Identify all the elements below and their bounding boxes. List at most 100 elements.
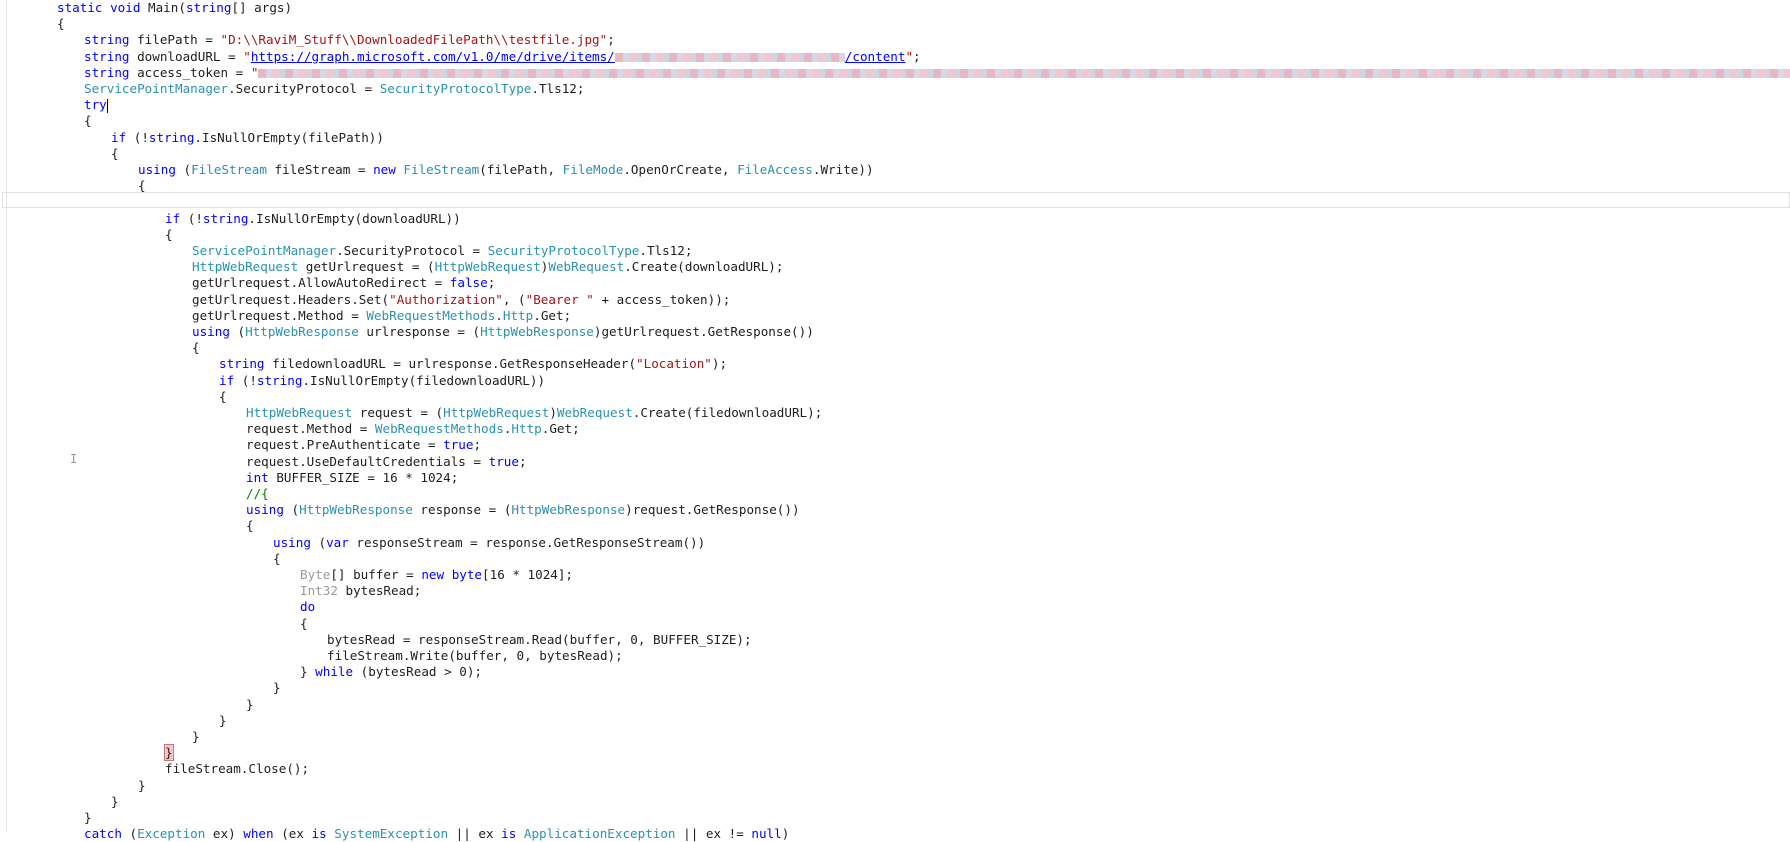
- code-line[interactable]: if (!string.IsNullOrEmpty(downloadURL)): [165, 211, 461, 227]
- code-token: response = (: [412, 502, 512, 518]
- code-line[interactable]: {: [192, 340, 200, 356]
- code-line[interactable]: do: [300, 599, 315, 615]
- code-link[interactable]: https://graph.microsoft.com/v1.0/me/driv…: [251, 49, 615, 64]
- code-token: using: [246, 502, 284, 518]
- code-link[interactable]: /content: [845, 49, 906, 64]
- code-line[interactable]: static void Main(string[] args): [57, 0, 292, 16]
- code-line[interactable]: string filedownloadURL = urlresponse.Get…: [219, 356, 727, 372]
- code-line[interactable]: getUrlrequest.Headers.Set("Authorization…: [192, 292, 730, 308]
- code-line[interactable]: {: [57, 16, 65, 32]
- code-line[interactable]: try: [84, 97, 108, 113]
- code-token: ): [781, 826, 790, 842]
- code-editor[interactable]: static void Main(string[] args){string f…: [0, 0, 1790, 841]
- code-token: ": [250, 64, 259, 80]
- code-line[interactable]: getUrlrequest.AllowAutoRedirect = false;: [192, 275, 495, 291]
- code-token: ;: [607, 32, 615, 48]
- code-token: Http: [502, 307, 534, 323]
- code-line[interactable]: request.PreAuthenticate = true;: [246, 437, 481, 453]
- code-token: [] buffer =: [330, 567, 422, 582]
- code-token: ServicePointManager: [192, 243, 337, 258]
- code-line[interactable]: {: [219, 389, 227, 405]
- code-line[interactable]: using (var responseStream = response.Get…: [273, 535, 705, 551]
- code-line[interactable]: }: [246, 697, 254, 713]
- code-line[interactable]: } while (bytesRead > 0);: [300, 664, 482, 680]
- code-line[interactable]: {: [246, 518, 254, 534]
- code-token: .SecurityProtocol =: [336, 243, 488, 258]
- code-line[interactable]: string filePath = "D:\\RaviM_Stuff\\Down…: [84, 32, 615, 48]
- code-token: ": [243, 48, 251, 64]
- code-token: true: [488, 453, 519, 469]
- code-token: WebRequestMethods: [366, 307, 496, 323]
- code-token: bytesRead = responseStream.Read(buffer, …: [327, 631, 752, 647]
- code-token: //{: [246, 486, 269, 501]
- code-token: getUrlrequest.Method =: [192, 307, 367, 323]
- code-line[interactable]: HttpWebRequest getUrlrequest = (HttpWebR…: [192, 259, 783, 275]
- code-token: (: [121, 826, 138, 842]
- code-token: string: [185, 0, 232, 15]
- code-line[interactable]: request.UseDefaultCredentials = true;: [246, 454, 527, 470]
- code-token: "D:\\RaviM_Stuff\\DownloadedFilePath\\te…: [220, 32, 608, 48]
- code-line[interactable]: }: [138, 778, 146, 794]
- code-token: var: [326, 534, 349, 550]
- code-line[interactable]: }: [164, 744, 174, 762]
- code-line[interactable]: int BUFFER_SIZE = 16 * 1024;: [246, 470, 458, 486]
- code-line[interactable]: HttpWebRequest request = (HttpWebRequest…: [246, 405, 822, 421]
- code-line[interactable]: {: [165, 227, 173, 243]
- code-token: Byte: [300, 567, 331, 582]
- code-line[interactable]: }: [84, 810, 92, 826]
- code-token: fileStream.Close();: [165, 761, 310, 777]
- code-token: HttpWebRequest: [246, 405, 353, 420]
- code-token: "Authorization": [389, 291, 503, 307]
- code-line[interactable]: bytesRead = responseStream.Read(buffer, …: [327, 632, 752, 648]
- code-token: "Location": [636, 356, 712, 372]
- code-token: ;: [913, 48, 921, 64]
- code-token: [16 * 1024];: [482, 567, 574, 582]
- code-token: filedownloadURL = urlresponse.GetRespons…: [264, 356, 637, 372]
- code-token: FileAccess: [737, 162, 813, 177]
- code-line[interactable]: ServicePointManager.SecurityProtocol = S…: [84, 81, 584, 97]
- code-line[interactable]: if (!string.IsNullOrEmpty(filedownloadUR…: [219, 373, 545, 389]
- code-token: (!: [180, 210, 203, 226]
- code-line[interactable]: string access_token = ": [84, 65, 1790, 81]
- code-token: FileStream: [403, 162, 480, 177]
- code-line[interactable]: string downloadURL = "https://graph.micr…: [84, 49, 921, 65]
- code-token: .Get;: [533, 307, 572, 323]
- code-token: access_token =: [129, 64, 251, 80]
- code-line[interactable]: }: [219, 713, 227, 729]
- code-token: .Get;: [541, 421, 580, 437]
- code-token: fileStream =: [266, 162, 374, 177]
- code-line[interactable]: catch (Exception ex) when (ex is SystemE…: [84, 826, 789, 842]
- code-line[interactable]: }: [273, 680, 281, 696]
- code-line[interactable]: {: [111, 146, 119, 162]
- code-token: (: [310, 534, 327, 550]
- code-token: WebRequest: [548, 259, 625, 275]
- code-line[interactable]: Byte[] buffer = new byte[16 * 1024];: [300, 567, 573, 583]
- code-line[interactable]: }: [111, 794, 119, 810]
- code-line[interactable]: using (FileStream fileStream = new FileS…: [138, 162, 874, 178]
- code-token: SecurityProtocolType: [487, 243, 640, 258]
- code-token: (: [175, 162, 192, 177]
- code-line[interactable]: fileStream.Write(buffer, 0, bytesRead);: [327, 648, 623, 664]
- code-line[interactable]: Int32 bytesRead;: [300, 583, 421, 599]
- code-line[interactable]: {: [84, 113, 92, 129]
- code-token: (ex: [273, 826, 312, 842]
- code-line[interactable]: request.Method = WebRequestMethods.Http.…: [246, 421, 580, 437]
- code-line[interactable]: ServicePointManager.SecurityProtocol = S…: [192, 243, 692, 259]
- code-line[interactable]: using (HttpWebResponse response = (HttpW…: [246, 502, 800, 518]
- code-line[interactable]: }: [192, 729, 200, 745]
- code-token: .OpenOrCreate,: [623, 162, 738, 177]
- code-line[interactable]: //{: [246, 486, 269, 502]
- code-line[interactable]: using (HttpWebResponse urlresponse = (Ht…: [192, 324, 814, 340]
- code-token: }: [273, 680, 281, 696]
- code-token: );: [711, 356, 728, 372]
- code-line[interactable]: {: [273, 551, 281, 567]
- code-line[interactable]: getUrlrequest.Method = WebRequestMethods…: [192, 308, 571, 324]
- code-token: Int32: [300, 583, 338, 599]
- code-token: try: [84, 97, 107, 113]
- code-line[interactable]: {: [138, 178, 146, 194]
- code-line[interactable]: fileStream.Close();: [165, 761, 309, 777]
- code-line[interactable]: {: [300, 616, 308, 632]
- code-line[interactable]: if (!string.IsNullOrEmpty(filePath)): [111, 130, 384, 146]
- code-token: getUrlrequest = (: [298, 259, 435, 275]
